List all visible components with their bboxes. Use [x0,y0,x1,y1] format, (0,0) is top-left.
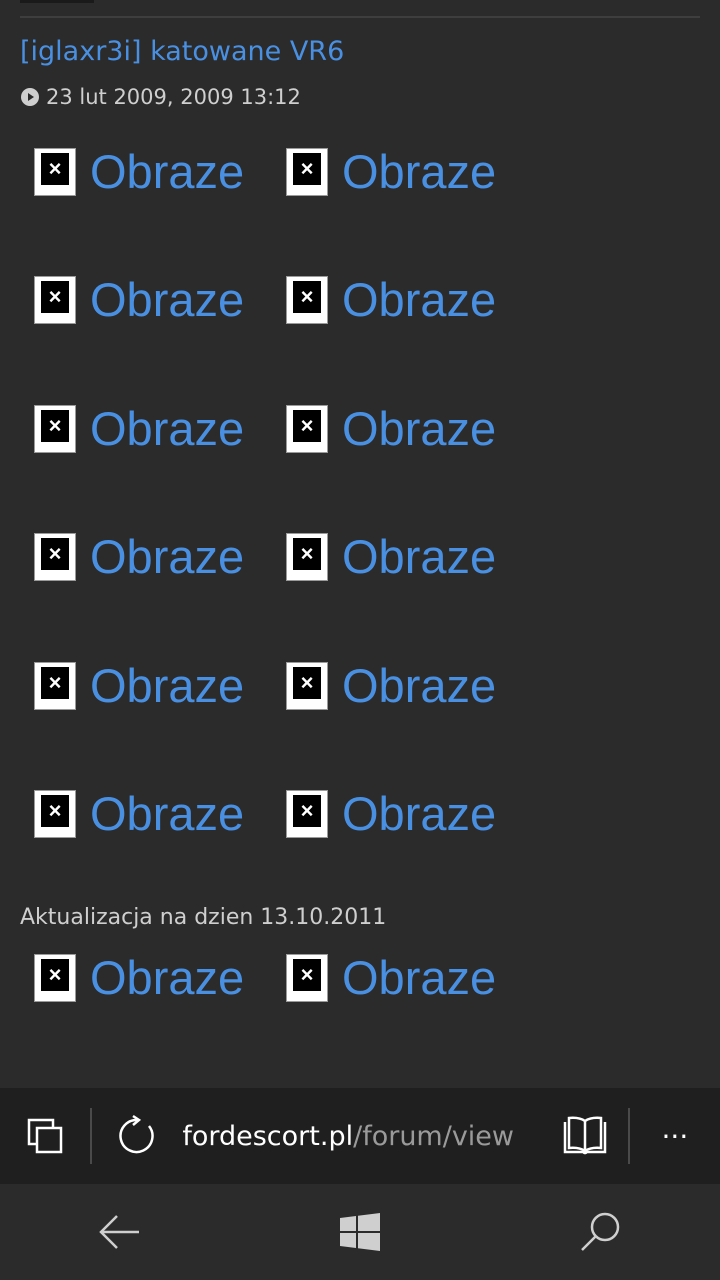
broken-image-link[interactable]: × Obraze [34,782,286,846]
more-icon: ··· [661,1119,689,1153]
back-button[interactable] [72,1184,168,1280]
image-alt-text: Obraze [342,401,497,455]
broken-image-link[interactable]: × Obraze [286,525,538,589]
reading-view-button[interactable] [558,1088,611,1184]
image-grid-updated: × Obraze × Obraze [34,946,694,1074]
post-meta: 23 lut 2009, 2009 13:12 [20,82,301,112]
image-alt-text: Obraze [90,530,245,584]
url-host: fordescort.pl [182,1120,354,1152]
broken-image-link[interactable]: × Obraze [286,268,538,332]
image-alt-text: Obraze [90,786,245,840]
system-nav-bar [0,1184,720,1280]
image-alt-text: Obraze [342,951,497,1004]
image-alt-text: Obraze [90,951,245,1004]
broken-image-link[interactable]: × Obraze [286,946,538,1010]
image-alt-text: Obraze [342,273,497,327]
image-alt-text: Obraze [342,145,497,198]
broken-image-icon: × [286,661,328,710]
broken-image-link[interactable]: × Obraze [286,782,538,846]
broken-image-icon: × [286,789,328,838]
image-alt-text: Obraze [90,658,245,712]
broken-image-icon: × [286,954,328,1002]
broken-image-icon: × [286,533,328,582]
broken-image-link[interactable]: × Obraze [34,946,286,1010]
broken-image-icon: × [286,404,328,453]
broken-image-link[interactable]: × Obraze [34,654,286,718]
image-row: × Obraze × Obraze [34,397,694,525]
broken-image-icon: × [34,148,76,196]
url-path: /forum/view [353,1120,514,1152]
broken-image-link[interactable]: × Obraze [34,140,286,204]
page-top-tab [20,0,94,3]
windows-start-icon [340,1213,380,1251]
image-alt-text: Obraze [342,530,497,584]
reading-view-icon [563,1116,606,1155]
image-alt-text: Obraze [90,401,245,455]
image-row: × Obraze × Obraze [34,654,694,782]
image-row: × Obraze × Obraze [34,946,694,1074]
broken-image-icon: × [34,661,76,710]
url-field[interactable]: fordescort.pl/forum/view [182,1088,558,1184]
post-date: 23 lut 2009, 2009 13:12 [46,85,301,109]
play-circle-icon [21,88,39,106]
refresh-icon [119,1114,154,1154]
broken-image-link[interactable]: × Obraze [34,268,286,332]
broken-image-icon: × [286,276,328,325]
more-button[interactable]: ··· [630,1088,720,1184]
back-arrow-icon [99,1215,139,1249]
image-row: × Obraze × Obraze [34,525,694,653]
tabs-icon [27,1118,63,1154]
broken-image-link[interactable]: × Obraze [286,140,538,204]
broken-image-link[interactable]: × Obraze [34,525,286,589]
broken-image-icon: × [286,148,328,196]
search-icon [581,1212,620,1251]
broken-image-link[interactable]: × Obraze [34,397,286,461]
web-page: [iglaxr3i] katowane VR6 23 lut 2009, 200… [0,0,720,1088]
post-title-link[interactable]: [iglaxr3i] katowane VR6 [20,32,344,72]
search-button[interactable] [552,1184,648,1280]
broken-image-link[interactable]: × Obraze [286,397,538,461]
image-row: × Obraze × Obraze [34,782,694,910]
broken-image-icon: × [34,404,76,453]
browser-address-bar: fordescort.pl/forum/view ··· [0,1088,720,1184]
update-note: Aktualizacja na dzien 13.10.2011 [20,905,387,930]
broken-image-icon: × [34,954,76,1002]
broken-image-icon: × [34,789,76,838]
image-alt-text: Obraze [342,658,497,712]
image-alt-text: Obraze [90,273,245,327]
broken-image-link[interactable]: × Obraze [286,654,538,718]
tabs-button[interactable] [0,1088,90,1184]
refresh-button[interactable] [92,1088,182,1184]
start-button[interactable] [312,1184,408,1280]
broken-image-icon: × [34,276,76,325]
broken-image-icon: × [34,533,76,582]
divider [20,16,700,18]
image-row: × Obraze × Obraze [34,140,694,268]
image-alt-text: Obraze [90,145,245,198]
image-alt-text: Obraze [342,786,497,840]
image-grid: × Obraze × Obraze × Obraze × Obraze × Obraze × Obra… [34,140,694,910]
image-row: × Obraze × Obraze [34,268,694,396]
